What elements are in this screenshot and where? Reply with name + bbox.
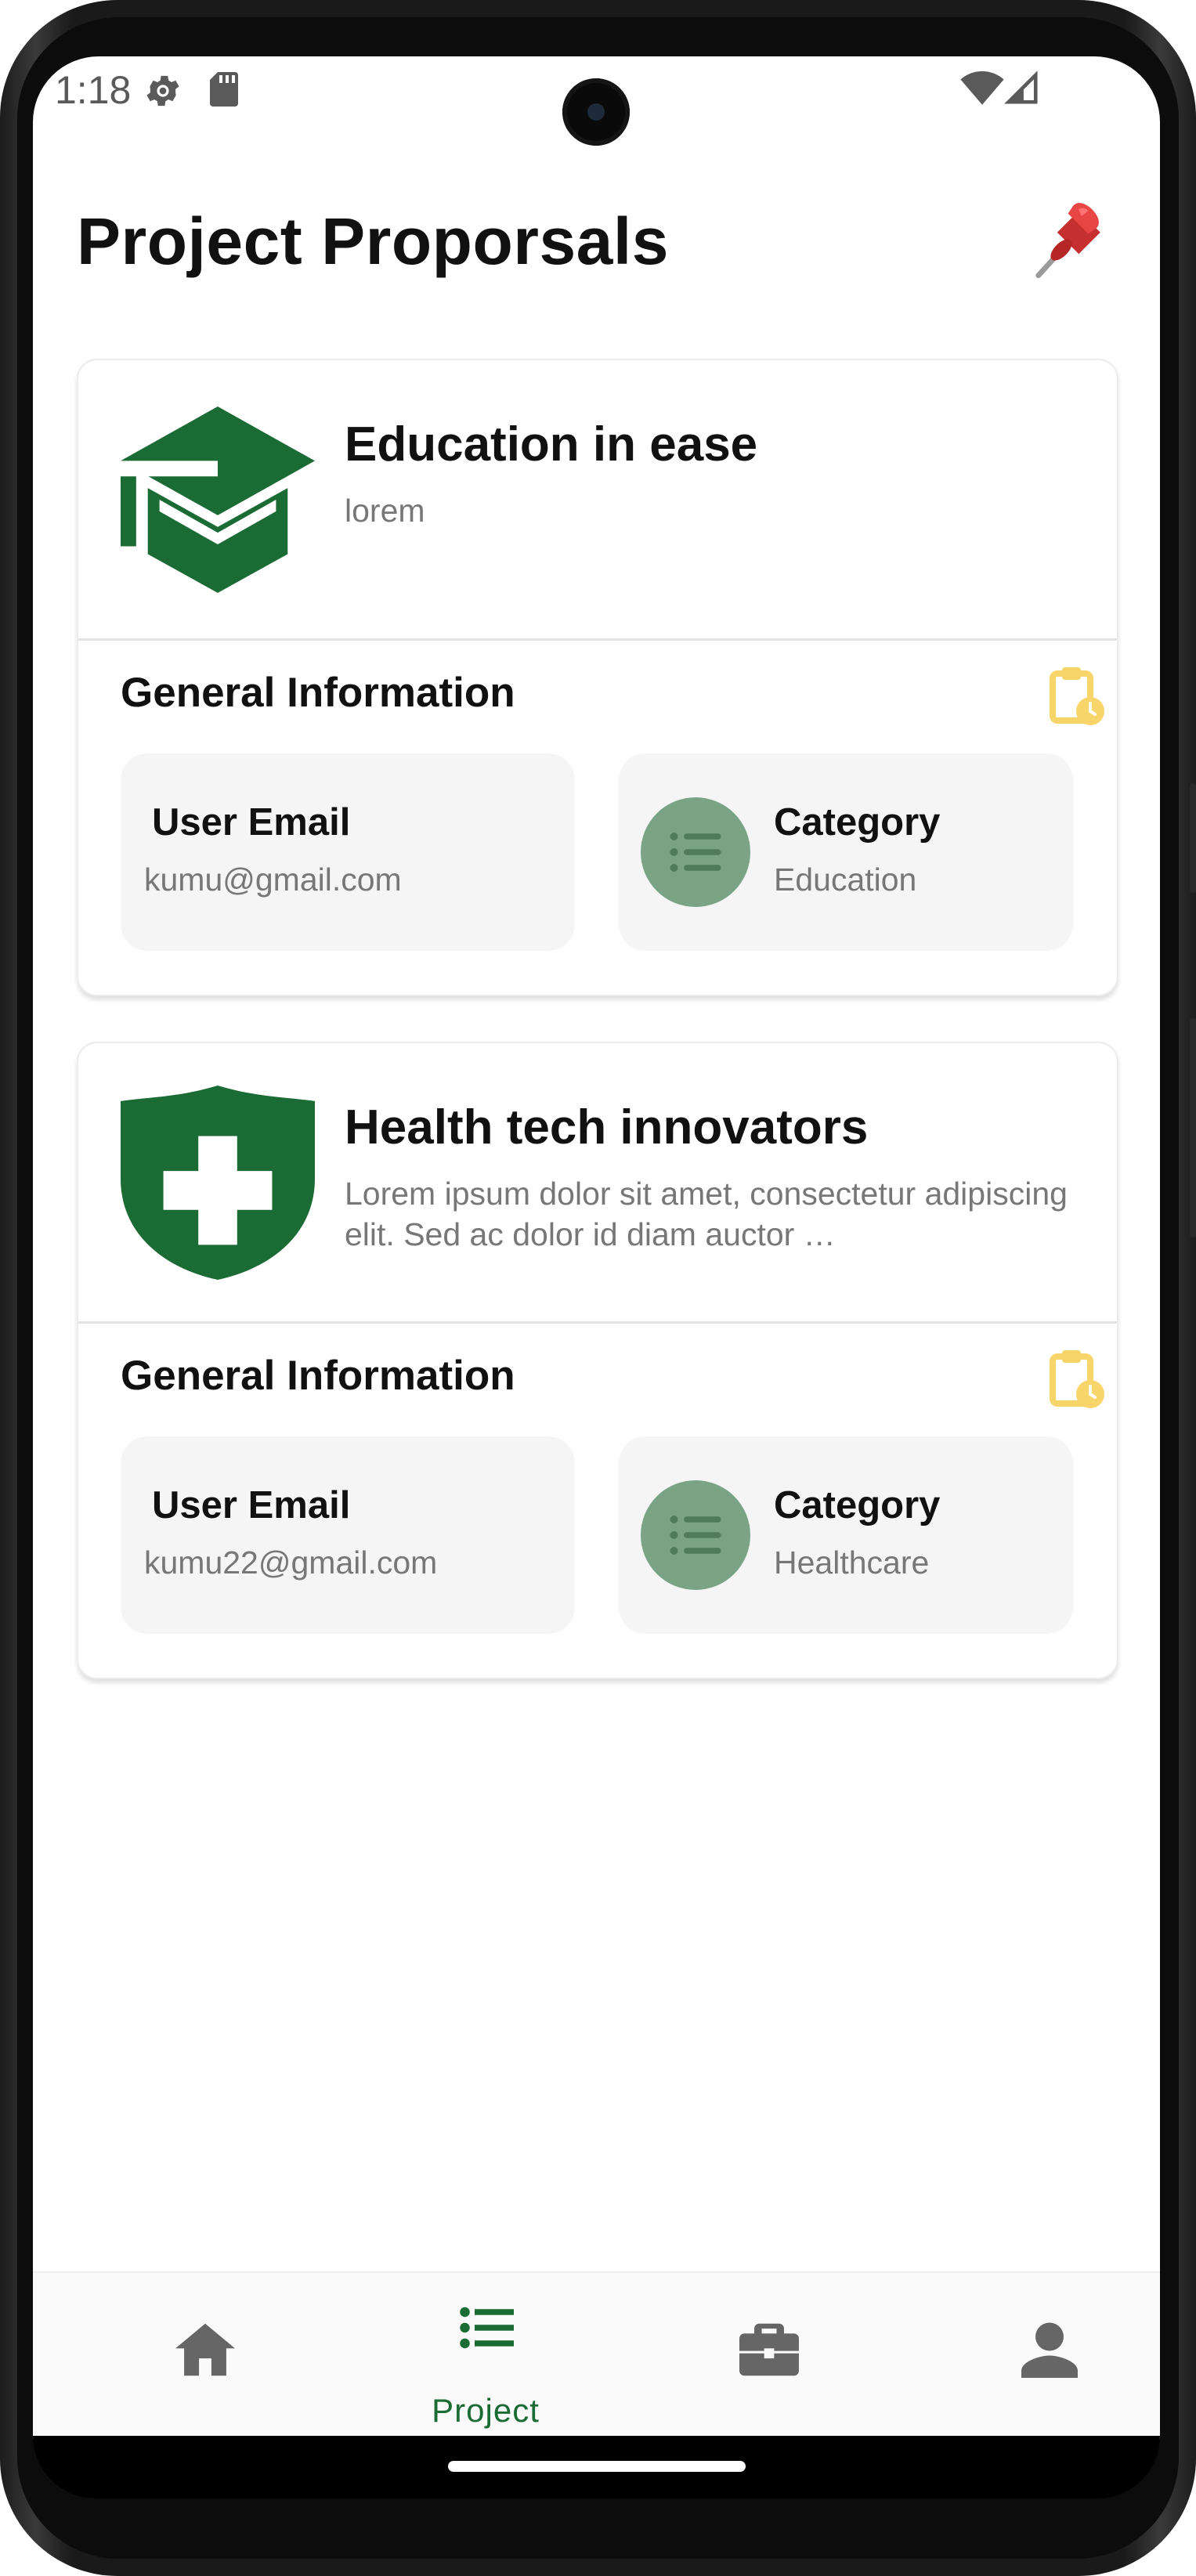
section-title: General Information bbox=[121, 670, 515, 716]
wifi-icon bbox=[960, 70, 1004, 105]
general-information-section: General Information User Email kumu@gmai… bbox=[78, 641, 1117, 993]
user-email-value: kumu@gmail.com bbox=[144, 862, 402, 898]
nav-profile[interactable] bbox=[934, 2273, 1160, 2439]
briefcase-icon bbox=[739, 2323, 799, 2376]
project-card[interactable]: Health tech innovators Lorem ipsum dolor… bbox=[77, 1042, 1118, 1679]
category-box: Category Education bbox=[619, 753, 1073, 951]
bottom-navigation-bar: Project bbox=[33, 2271, 1160, 2439]
home-indicator[interactable] bbox=[448, 2461, 746, 2472]
user-email-label: User Email bbox=[152, 1484, 351, 1526]
project-title: Health tech innovators bbox=[345, 1100, 869, 1154]
project-description: lorem bbox=[345, 493, 425, 529]
category-list-icon bbox=[641, 797, 750, 907]
user-email-label: User Email bbox=[152, 801, 351, 844]
nav-briefcase[interactable] bbox=[652, 2273, 887, 2439]
status-time: 1:18 bbox=[55, 68, 132, 112]
nav-project[interactable]: Project bbox=[368, 2273, 603, 2439]
category-value: Healthcare bbox=[774, 1545, 930, 1581]
project-title: Education in ease bbox=[345, 417, 758, 471]
list-icon bbox=[460, 2307, 514, 2349]
user-email-value: kumu22@gmail.com bbox=[144, 1545, 438, 1581]
category-list-icon bbox=[641, 1480, 750, 1590]
user-email-box: User Email kumu22@gmail.com bbox=[121, 1436, 575, 1634]
graduation-cap-icon bbox=[121, 406, 315, 594]
settings-gear-icon bbox=[146, 75, 179, 107]
front-camera bbox=[562, 78, 630, 146]
pushpin-icon[interactable] bbox=[1028, 197, 1114, 284]
nav-home[interactable] bbox=[88, 2273, 323, 2439]
category-box: Category Healthcare bbox=[619, 1436, 1073, 1634]
screen: 1:18 Project Proporsals Education in eas… bbox=[33, 56, 1160, 2439]
category-label: Category bbox=[774, 1484, 941, 1526]
page-title: Project Proporsals bbox=[77, 204, 669, 278]
volume-button bbox=[1190, 1018, 1196, 1237]
category-value: Education bbox=[774, 862, 917, 898]
nav-project-label: Project bbox=[432, 2392, 540, 2429]
general-information-section: General Information User Email kumu22@gm… bbox=[78, 1324, 1117, 1676]
project-description: Lorem ipsum dolor sit amet, consectetur … bbox=[345, 1176, 1068, 1252]
home-icon bbox=[175, 2323, 235, 2376]
user-email-box: User Email kumu@gmail.com bbox=[121, 753, 575, 951]
category-label: Category bbox=[774, 801, 941, 844]
power-button bbox=[1190, 783, 1196, 893]
cellular-signal-icon bbox=[1004, 70, 1038, 104]
medical-shield-icon bbox=[121, 1086, 315, 1280]
pending-clipboard-icon[interactable] bbox=[1048, 1347, 1104, 1410]
project-card-header: Education in ease lorem bbox=[78, 360, 1117, 641]
pending-clipboard-icon[interactable] bbox=[1048, 664, 1104, 727]
status-bar: 1:18 bbox=[33, 56, 1160, 150]
project-card[interactable]: Education in ease lorem General Informat… bbox=[77, 359, 1118, 996]
sd-card-icon bbox=[210, 72, 238, 107]
project-card-header: Health tech innovators Lorem ipsum dolor… bbox=[78, 1043, 1117, 1324]
section-title: General Information bbox=[121, 1353, 515, 1399]
person-icon bbox=[1021, 2322, 1078, 2378]
